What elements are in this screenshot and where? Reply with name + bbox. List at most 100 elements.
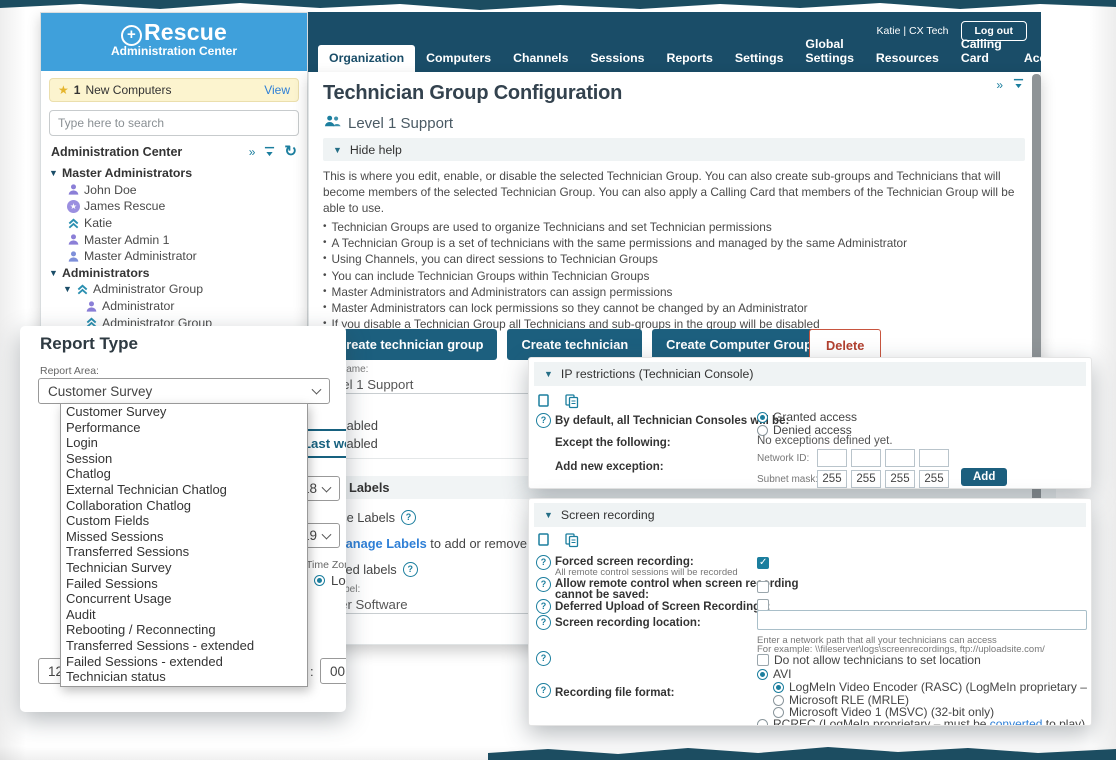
caret-down-icon: ▼ <box>333 145 342 155</box>
report-option[interactable]: Transferred Sessions <box>61 544 307 560</box>
nav-tab[interactable]: Resources <box>865 45 950 72</box>
timezone-local-radio[interactable]: Local time <box>314 573 346 588</box>
copy-settings-icon[interactable] <box>538 394 552 414</box>
create-button[interactable]: Create technician <box>507 329 642 360</box>
report-area-select[interactable]: Customer Survey <box>38 378 330 404</box>
caret-down-icon[interactable]: ▼ <box>63 284 72 294</box>
report-option[interactable]: Technician status <box>61 669 307 685</box>
ip-restrictions-header[interactable]: ▼ IP restrictions (Technician Console) <box>534 362 1086 386</box>
timezone-label: Time Zone: <box>306 559 346 571</box>
nav-tab[interactable]: Reports <box>655 45 723 72</box>
expand-content-icon[interactable]: » <box>996 79 1003 91</box>
nav-tab[interactable]: Organization <box>318 45 415 72</box>
caret-down-icon: ▼ <box>544 510 553 520</box>
report-option[interactable]: Transferred Sessions - extended <box>61 638 307 654</box>
help-icon[interactable]: ? <box>401 510 416 525</box>
converted-link[interactable]: converted <box>990 717 1043 726</box>
paste-settings-icon[interactable] <box>565 394 579 414</box>
report-option[interactable]: External Technician Chatlog <box>61 482 307 498</box>
network-octet-input[interactable] <box>851 449 881 467</box>
help-icon[interactable]: ? <box>536 413 551 428</box>
report-option[interactable]: Failed Sessions - extended <box>61 654 307 670</box>
subnet-octet-input[interactable] <box>851 470 881 488</box>
create-button[interactable]: Create technician group <box>323 329 497 360</box>
report-option[interactable]: Login <box>61 435 307 451</box>
tree-item-master-administrator[interactable]: Master Administrator <box>41 248 307 265</box>
nav-tab[interactable]: Computers <box>415 45 502 72</box>
rescue-brand: +Rescue <box>41 19 307 46</box>
search-input[interactable] <box>49 110 299 136</box>
tree-item-administrator-group[interactable]: ▼Administrator Group <box>41 281 307 298</box>
report-option[interactable]: Missed Sessions <box>61 529 307 545</box>
screenshot-canvas: +Rescue Administration Center ★ 1 New Co… <box>0 0 1116 760</box>
collapse-all-icon[interactable] <box>264 146 275 159</box>
new-computers-banner[interactable]: ★ 1 New Computers View <box>49 78 299 102</box>
allow-remote-checkbox[interactable] <box>757 581 769 593</box>
format-rasc-radio[interactable]: LogMeIn Video Encoder (RASC) (LogMeIn pr… <box>773 680 1092 694</box>
format-rcrec-radio[interactable]: RCREC (LogMeIn proprietary – must be con… <box>757 717 1085 726</box>
brand-name: Rescue <box>144 19 227 45</box>
nav-tab[interactable]: Channels <box>502 45 579 72</box>
report-option[interactable]: Custom Fields <box>61 513 307 529</box>
tree-item-john-doe[interactable]: John Doe <box>41 182 307 199</box>
nav-tab[interactable]: Account <box>1013 45 1084 72</box>
report-option[interactable]: Failed Sessions <box>61 576 307 592</box>
to-minute-select[interactable]: 00 <box>320 658 346 684</box>
help-icon[interactable]: ? <box>536 577 551 592</box>
copy-settings-icon[interactable] <box>538 533 552 553</box>
subnet-octet-input[interactable] <box>919 470 949 488</box>
screen-recording-header[interactable]: ▼ Screen recording <box>534 503 1086 527</box>
tree-item-master-administrators[interactable]: ▼Master Administrators <box>41 165 307 182</box>
help-icon[interactable]: ? <box>403 562 418 577</box>
nav-tab[interactable]: Calling Card <box>950 31 1013 72</box>
format-avi-radio[interactable]: AVI <box>757 667 791 681</box>
tree-item-administrators[interactable]: ▼Administrators <box>41 265 307 282</box>
help-bullet: •Technician Groups are used to organize … <box>323 219 1035 235</box>
help-icon[interactable]: ? <box>536 615 551 630</box>
network-octet-input[interactable] <box>919 449 949 467</box>
recording-location-input[interactable] <box>757 610 1087 630</box>
report-option[interactable]: Chatlog <box>61 466 307 482</box>
expand-panel-icon[interactable]: » <box>249 146 256 158</box>
manage-labels-link[interactable]: Manage Labels <box>335 536 427 551</box>
help-icon[interactable]: ? <box>536 651 551 666</box>
do-not-allow-checkbox-row[interactable]: Do not allow technicians to set location <box>757 653 981 667</box>
report-option[interactable]: Performance <box>61 420 307 436</box>
tree-item-james-rescue[interactable]: ★James Rescue <box>41 198 307 215</box>
nav-tab[interactable]: Sessions <box>579 45 655 72</box>
nav-tabs: OrganizationComputersChannelsSessionsRep… <box>318 31 1084 72</box>
name-field-input[interactable] <box>319 376 541 394</box>
report-option[interactable]: Session <box>61 451 307 467</box>
subnet-octet-input[interactable] <box>817 470 847 488</box>
network-octet-input[interactable] <box>885 449 915 467</box>
collapse-content-icon[interactable] <box>1013 78 1024 91</box>
nav-tab[interactable]: Global Settings <box>794 31 865 72</box>
refresh-icon[interactable]: ↻ <box>284 146 297 158</box>
report-option[interactable]: Technician Survey <box>61 560 307 576</box>
tree-item-administrator[interactable]: Administrator <box>41 298 307 315</box>
create-button[interactable]: Create Computer Group <box>652 329 826 360</box>
report-option[interactable]: Collaboration Chatlog <box>61 498 307 514</box>
granted-access-radio[interactable]: Granted access <box>757 410 857 424</box>
report-option[interactable]: Audit <box>61 607 307 623</box>
caret-down-icon[interactable]: ▼ <box>49 268 58 278</box>
tree-item-katie[interactable]: Katie <box>41 215 307 232</box>
help-icon[interactable]: ? <box>536 599 551 614</box>
add-exception-button[interactable]: Add <box>961 468 1007 486</box>
help-icon[interactable]: ? <box>536 555 551 570</box>
hide-help-toggle[interactable]: ▼ Hide help <box>323 138 1025 161</box>
report-option[interactable]: Customer Survey <box>61 404 307 420</box>
subnet-octet-input[interactable] <box>885 470 915 488</box>
forced-recording-checkbox[interactable] <box>757 557 769 569</box>
report-option[interactable]: Rebooting / Reconnecting <box>61 622 307 638</box>
except-label: Except the following: <box>555 437 671 449</box>
report-option[interactable]: Concurrent Usage <box>61 591 307 607</box>
tree-item-master-admin-1[interactable]: Master Admin 1 <box>41 231 307 248</box>
help-icon[interactable]: ? <box>536 683 551 698</box>
caret-down-icon[interactable]: ▼ <box>49 168 58 178</box>
nav-tab[interactable]: Settings <box>724 45 795 72</box>
bullet-icon: • <box>323 284 327 300</box>
paste-settings-icon[interactable] <box>565 533 579 553</box>
view-link[interactable]: View <box>264 83 290 97</box>
network-octet-input[interactable] <box>817 449 847 467</box>
